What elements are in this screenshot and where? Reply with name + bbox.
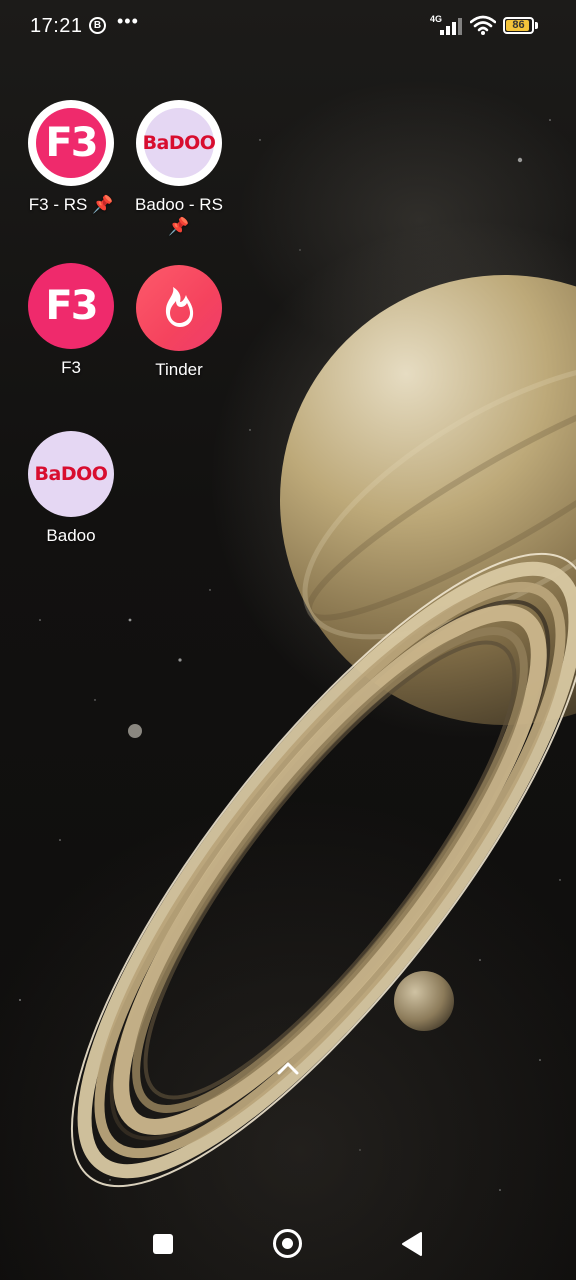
app-f3[interactable]: F3 F3	[16, 263, 126, 379]
app-label: Badoo	[46, 526, 96, 545]
app-label: F3	[61, 358, 81, 377]
flame-icon	[165, 287, 194, 327]
app-badoo[interactable]: BaDOO Badoo	[16, 431, 126, 547]
more-notifications-indicator: •••	[117, 11, 139, 31]
f3-icon[interactable]: F3	[28, 100, 114, 186]
app-label: Tinder	[155, 360, 203, 379]
badoo-logo-text: BaDOO	[34, 463, 108, 485]
badoo-logo-text: BaDOO	[142, 132, 216, 154]
f3-logo-text: F3	[45, 120, 98, 166]
square-icon[interactable]	[153, 1234, 173, 1254]
wifi-icon	[470, 15, 496, 35]
home-screen: 17:21 B ••• 4G 86 F3 F3 - RS 📌 BaDOO Bad…	[0, 0, 576, 1280]
chevron-up-icon[interactable]	[273, 1058, 303, 1078]
app-label: Badoo - RS 📌	[135, 195, 223, 236]
app-tinder[interactable]: Tinder	[124, 265, 234, 381]
f3-logo-text: F3	[45, 283, 98, 329]
circle-icon[interactable]	[273, 1229, 302, 1258]
battery-tip	[535, 22, 538, 29]
badoo-icon[interactable]: BaDOO	[136, 100, 222, 186]
f3-icon[interactable]: F3	[28, 263, 114, 349]
status-bar: 17:21 B ••• 4G 86	[0, 0, 576, 52]
home-dot	[282, 1238, 293, 1249]
clock: 17:21	[30, 15, 83, 37]
tinder-flame-icon[interactable]	[136, 265, 222, 351]
app-label: F3 - RS 📌	[28, 195, 114, 214]
signal-icon	[440, 18, 462, 35]
badoo-icon[interactable]: BaDOO	[28, 431, 114, 517]
triangle-back-icon[interactable]	[401, 1231, 423, 1257]
battery-icon: 86	[503, 17, 534, 34]
app-f3-rs[interactable]: F3 F3 - RS 📌	[16, 100, 126, 216]
app-badoo-rs[interactable]: BaDOO Badoo - RS 📌	[124, 100, 234, 238]
b-notification-icon: B	[89, 17, 106, 34]
battery-percent: 86	[512, 19, 525, 31]
